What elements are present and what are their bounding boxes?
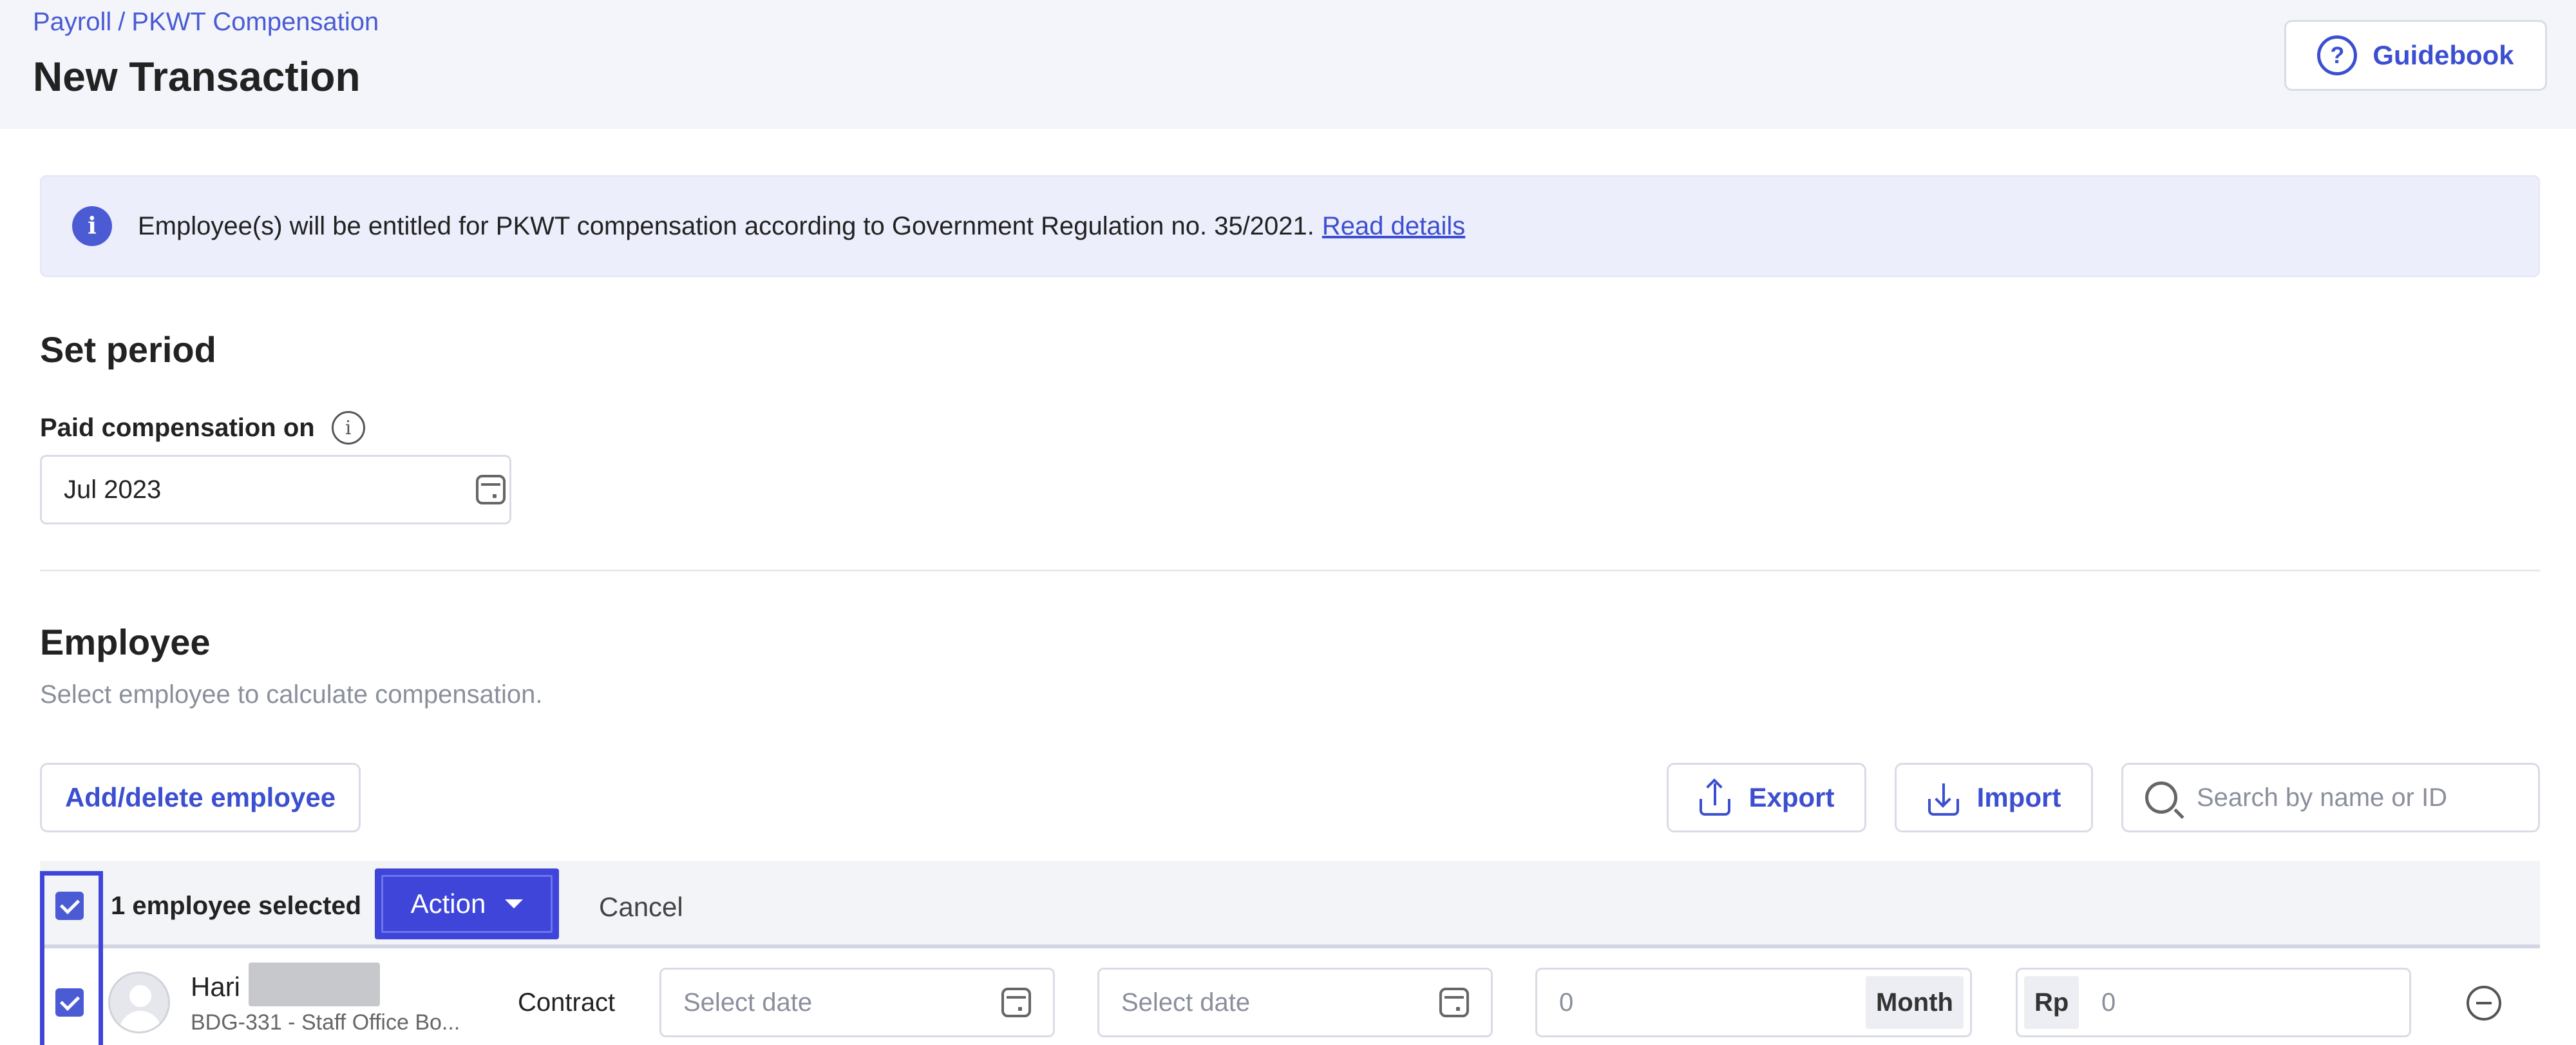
employee-name: Hari [191, 972, 241, 1002]
search-input[interactable] [2197, 783, 2519, 812]
start-date-picker[interactable]: Select date [659, 968, 1055, 1037]
info-banner-text: Employee(s) will be entitled for PKWT co… [138, 211, 1314, 240]
info-outline-icon[interactable]: i [331, 411, 365, 445]
end-date-placeholder: Select date [1121, 988, 1251, 1017]
read-details-link[interactable]: Read details [1322, 212, 1465, 241]
help-circle-icon: ? [2317, 35, 2358, 75]
calendar-icon[interactable] [1439, 988, 1469, 1017]
checkbox-highlight-frame [40, 871, 103, 1045]
export-label: Export [1748, 782, 1835, 812]
export-icon [1698, 778, 1732, 816]
set-period-title: Set period [40, 329, 216, 370]
action-dropdown-button[interactable]: Action [375, 868, 559, 939]
amount-value: 0 [2101, 988, 2116, 1017]
paid-compensation-label-text: Paid compensation on [40, 413, 315, 442]
breadcrumb-separator: / [118, 8, 126, 36]
breadcrumb: Payroll / PKWT Compensation [33, 8, 379, 37]
import-button[interactable]: Import [1895, 763, 2093, 832]
page: Payroll / PKWT Compensation New Transactio… [0, 0, 2576, 1045]
calendar-icon[interactable] [476, 475, 506, 504]
info-icon: i [72, 206, 112, 246]
avatar [108, 972, 170, 1033]
employee-section-subtitle: Select employee to calculate compensatio… [40, 680, 543, 709]
page-title: New Transaction [33, 53, 361, 100]
paid-compensation-date-picker[interactable]: Jul 2023 [40, 455, 511, 524]
focus-ring [381, 875, 553, 933]
section-divider [40, 570, 2540, 571]
employment-type: Contract [518, 988, 616, 1017]
redacted-surname [249, 963, 380, 1006]
guidebook-button[interactable]: ? Guidebook [2284, 20, 2547, 91]
employee-section-title: Employee [40, 622, 211, 662]
paid-compensation-label: Paid compensation on i [40, 411, 365, 445]
paid-compensation-value: Jul 2023 [64, 475, 162, 504]
add-delete-employee-button[interactable]: Add/delete employee [40, 763, 361, 832]
export-button[interactable]: Export [1667, 763, 1866, 832]
search-icon [2145, 781, 2177, 814]
breadcrumb-item-payroll[interactable]: Payroll [33, 8, 111, 36]
search-box[interactable] [2121, 763, 2540, 832]
currency-prefix: Rp [2024, 976, 2079, 1029]
remove-row-icon[interactable] [2467, 986, 2501, 1021]
breadcrumb-item-pkwt-compensation[interactable]: PKWT Compensation [131, 8, 379, 36]
cancel-button[interactable]: Cancel [599, 892, 683, 923]
info-banner: i Employee(s) will be entitled for PKWT … [40, 175, 2540, 277]
calendar-icon[interactable] [1001, 988, 1031, 1017]
import-icon [1927, 780, 1960, 816]
start-date-placeholder: Select date [683, 988, 813, 1017]
user-icon [129, 985, 151, 1007]
employee-id-position: BDG-331 - Staff Office Bo... [191, 1010, 460, 1035]
amount-input[interactable]: Rp 0 [2016, 968, 2411, 1037]
end-date-picker[interactable]: Select date [1097, 968, 1493, 1037]
duration-input[interactable]: 0 Month [1535, 968, 1972, 1037]
duration-value: 0 [1559, 988, 1574, 1017]
add-delete-employee-label: Add/delete employee [64, 782, 336, 812]
duration-unit: Month [1866, 976, 1964, 1029]
selected-count-label: 1 employee selected [111, 892, 362, 920]
page-header: Payroll / PKWT Compensation New Transactio… [0, 0, 2576, 129]
guidebook-label: Guidebook [2372, 40, 2514, 70]
import-label: Import [1976, 782, 2061, 812]
